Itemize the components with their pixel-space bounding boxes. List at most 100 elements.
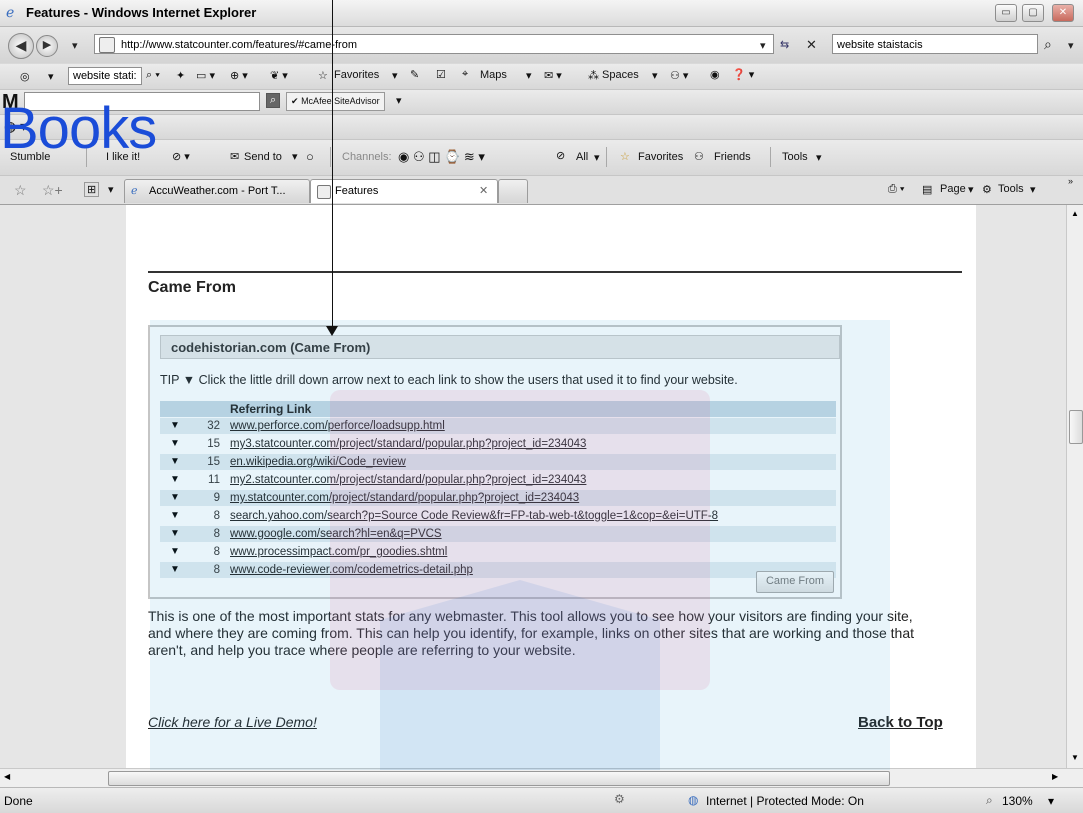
search-icon[interactable]: ⌕: [1044, 36, 1052, 53]
add-icon[interactable]: ⊕ ▾: [230, 69, 248, 82]
maps-icon: ⌖: [462, 68, 469, 80]
close-tab-icon[interactable]: ✕: [479, 180, 488, 202]
siteadvisor-dropdown-icon[interactable]: ▾: [396, 94, 402, 107]
pen-icon[interactable]: ✎: [410, 68, 419, 81]
vertical-scrollbar[interactable]: ▲ ▼: [1066, 205, 1083, 768]
all-button[interactable]: All: [576, 151, 588, 163]
add-favorite-icon[interactable]: ☆+: [42, 182, 63, 199]
stumble-favorites-button[interactable]: Favorites: [638, 151, 683, 163]
tab-bar: ☆ ☆+ ⊞ ▾ ℯ AccuWeather.com - Port T... F…: [0, 176, 1083, 205]
toolbar-search-input[interactable]: website stati:: [68, 67, 142, 85]
news-icon[interactable]: ▭ ▾: [196, 69, 215, 82]
minimize-button[interactable]: ▭: [995, 4, 1017, 22]
stumble-tools-dropdown-icon[interactable]: ▾: [816, 151, 822, 164]
highlight-icon[interactable]: ✦: [176, 69, 185, 82]
new-tab-button[interactable]: [498, 179, 528, 203]
spaces-icon: ⁂: [588, 70, 599, 82]
mail-icon[interactable]: ✉ ▾: [544, 69, 562, 82]
toolbar-search-icon[interactable]: ⌕ ▾: [146, 69, 160, 82]
address-dropdown-icon[interactable]: ▾: [760, 39, 766, 52]
section-heading: Came From: [148, 279, 237, 296]
back-button[interactable]: ◀: [8, 33, 34, 59]
horizontal-scroll-thumb[interactable]: [108, 771, 890, 786]
window-title: Features - Windows Internet Explorer: [26, 5, 257, 20]
statcounter-favicon-icon: [317, 185, 331, 199]
refresh-icon[interactable]: ⇆: [780, 38, 789, 51]
scroll-up-icon[interactable]: ▲: [1071, 209, 1079, 218]
search-input[interactable]: website staistacis: [832, 34, 1038, 54]
spaces-dropdown-icon[interactable]: ▾: [652, 69, 658, 82]
ie-icon: ℯ: [6, 4, 15, 20]
messenger-icon[interactable]: ❦ ▾: [270, 69, 288, 82]
people-icon[interactable]: ⚇ ▾: [670, 69, 688, 82]
favorites-star-icon: ☆: [318, 70, 328, 82]
close-button[interactable]: ✕: [1052, 4, 1074, 22]
scroll-down-icon[interactable]: ▼: [1071, 753, 1079, 762]
annotation-pointer-arrowhead: [326, 326, 338, 336]
toolbar-row-3: ◍ ▾: [0, 115, 1083, 140]
page-menu-dropdown-icon[interactable]: ▾: [968, 183, 974, 196]
annotation-pointer-line: [332, 0, 333, 330]
tools-menu-button[interactable]: Tools: [998, 183, 1024, 195]
siteadvisor-button[interactable]: ✔ McAfee SiteAdvisor: [286, 92, 385, 111]
zoom-dropdown-icon[interactable]: ▾: [1048, 794, 1054, 808]
search-dropdown-icon[interactable]: ▾: [1068, 39, 1074, 52]
print-icon[interactable]: ⎙ ▾: [888, 183, 904, 196]
spaces-button[interactable]: Spaces: [602, 69, 639, 81]
zoom-level[interactable]: 130%: [1002, 794, 1033, 808]
address-row: ◀ ▶ ▾ http://www.statcounter.com/feature…: [0, 27, 1083, 63]
favorites-center-icon[interactable]: ☆: [14, 182, 27, 199]
separator: [330, 147, 331, 167]
horizontal-scrollbar[interactable]: ◀ ▶: [0, 768, 1083, 787]
maps-button[interactable]: Maps: [480, 69, 507, 81]
section-divider: [148, 271, 962, 273]
status-icon[interactable]: ◉: [710, 68, 720, 81]
forward-arrow-icon: ▶: [42, 39, 52, 51]
scroll-right-icon[interactable]: ▶: [1052, 772, 1058, 781]
history-dropdown-icon[interactable]: ▾: [72, 39, 78, 52]
tab-features[interactable]: Features ✕: [310, 179, 498, 203]
maps-dropdown-icon[interactable]: ▾: [526, 69, 532, 82]
send-to-icon: ✉: [230, 151, 240, 163]
edit-icon[interactable]: ☑: [436, 68, 446, 81]
stumble-tools-button[interactable]: Tools: [782, 151, 808, 163]
separator: [770, 147, 771, 167]
toolbar-options-dropdown-icon[interactable]: ▾: [48, 70, 54, 83]
security-icon: ⚙: [614, 792, 625, 806]
address-bar[interactable]: http://www.statcounter.com/features/#cam…: [94, 34, 774, 54]
send-to-button[interactable]: Send to: [244, 151, 282, 163]
internet-globe-icon: ◍: [688, 793, 699, 807]
toolbar-options-icon[interactable]: ◎: [20, 70, 30, 83]
toolbar-favorites-button[interactable]: Favorites: [334, 69, 379, 81]
tab-list-dropdown-icon[interactable]: ▾: [108, 183, 114, 196]
send-to-dropdown-icon[interactable]: ▾: [292, 150, 298, 163]
favorites-dropdown-icon[interactable]: ▾: [392, 69, 398, 82]
page-menu-button[interactable]: Page: [940, 183, 966, 195]
toolbar2-search-icon[interactable]: ⌕: [266, 93, 281, 108]
stop-icon[interactable]: ✕: [806, 37, 817, 53]
help-icon[interactable]: ❓ ▾: [732, 68, 754, 81]
friends-button[interactable]: Friends: [714, 151, 751, 163]
siteadvisor-label: McAfee SiteAdvisor: [301, 96, 380, 106]
channels-icons[interactable]: ◉ ⚇ ◫ ⌚ ≋ ▾: [398, 149, 485, 165]
page-icon: ▤: [922, 184, 933, 196]
scroll-left-icon[interactable]: ◀: [4, 772, 10, 781]
watermark-book-logo: [150, 320, 890, 770]
maximize-button[interactable]: ▢: [1022, 4, 1044, 22]
quick-tabs-icon[interactable]: ⊞: [84, 182, 100, 197]
forward-button[interactable]: ▶: [36, 35, 58, 57]
tools-menu-dropdown-icon[interactable]: ▾: [1030, 183, 1036, 196]
watermark-books: Books: [0, 96, 157, 161]
vertical-scroll-thumb[interactable]: [1069, 410, 1083, 444]
tag-icon[interactable]: ⊘: [556, 149, 565, 162]
all-dropdown-icon[interactable]: ▾: [594, 151, 600, 164]
tab-accuweather[interactable]: ℯ AccuWeather.com - Port T...: [124, 179, 310, 203]
thumbs-down-icon[interactable]: ⊘ ▾: [172, 150, 190, 163]
tools-gear-icon: ⚙: [982, 184, 992, 196]
comment-icon[interactable]: ○: [306, 149, 314, 164]
friends-icon: ⚇: [694, 151, 704, 163]
security-zone[interactable]: Internet | Protected Mode: On: [706, 794, 864, 808]
toolbar-row-2: M ⌕ ✔ McAfee SiteAdvisor ▾: [0, 90, 1083, 115]
separator: [606, 147, 607, 167]
chevron-more-icon[interactable]: »: [1068, 176, 1073, 186]
